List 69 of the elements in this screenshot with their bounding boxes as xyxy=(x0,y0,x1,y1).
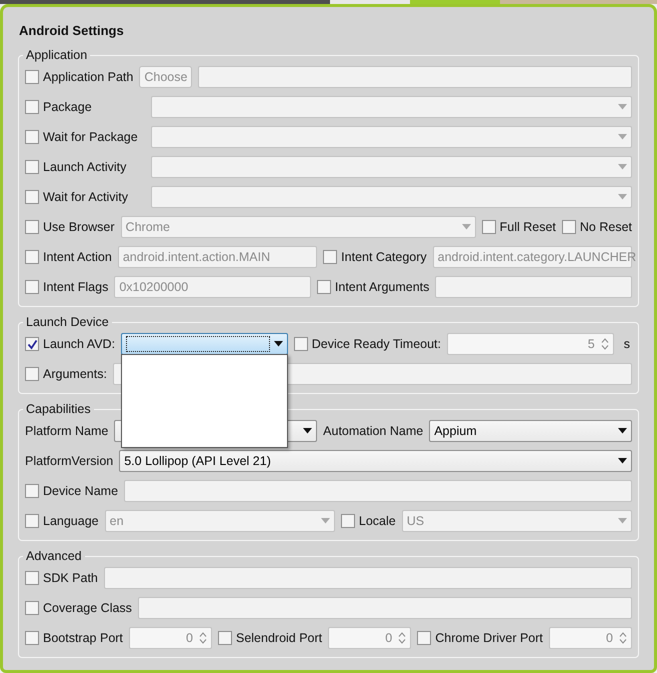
checkbox-label[interactable]: Chrome Driver Port xyxy=(435,631,543,645)
checkbox[interactable] xyxy=(25,190,39,204)
dropdown-list[interactable] xyxy=(121,354,288,448)
window-title: Android Settings xyxy=(19,23,125,38)
group-title: Advanced xyxy=(25,549,83,563)
caret-icon xyxy=(618,104,627,110)
checkbox-label[interactable]: Bootstrap Port xyxy=(43,631,123,645)
checkbox[interactable] xyxy=(25,280,39,294)
caret-icon xyxy=(618,428,628,434)
checkbox-label[interactable]: Application Path xyxy=(43,70,134,84)
checkbox-label[interactable]: Selendroid Port xyxy=(236,631,322,645)
checkbox-label[interactable]: Device Name xyxy=(43,484,118,498)
checkbox-label[interactable]: Intent Category xyxy=(341,250,427,264)
checkbox[interactable] xyxy=(25,631,39,645)
checkbox-label[interactable]: Arguments: xyxy=(43,367,107,381)
dropdown[interactable]: Appium xyxy=(429,420,632,442)
checkbox[interactable] xyxy=(323,250,338,264)
checkbox[interactable] xyxy=(25,130,39,144)
group-title: Launch Device xyxy=(25,315,110,329)
caret-icon xyxy=(618,194,627,200)
checkbox[interactable] xyxy=(25,571,39,585)
checkbox[interactable] xyxy=(25,367,39,381)
checkbox[interactable] xyxy=(340,514,355,528)
checkbox[interactable] xyxy=(25,70,39,84)
checkbox-label[interactable]: Wait for Activity xyxy=(43,190,128,204)
checkbox[interactable] xyxy=(562,220,576,234)
checkbox-label[interactable]: Package xyxy=(43,100,92,114)
caret-icon xyxy=(618,134,627,140)
caret-icon xyxy=(618,164,627,170)
checkbox-label[interactable]: Launch Activity xyxy=(43,160,126,174)
checkbox-label[interactable]: Full Reset xyxy=(500,220,556,234)
caret-icon xyxy=(462,224,471,230)
checkbox[interactable] xyxy=(25,250,39,264)
checkbox-label[interactable]: No Reset xyxy=(580,220,632,234)
checkbox[interactable] xyxy=(294,337,308,351)
checkbox[interactable] xyxy=(482,220,496,234)
checkbox[interactable] xyxy=(25,337,39,351)
checkbox-label[interactable]: Language xyxy=(43,514,99,528)
checkbox-label[interactable]: Launch AVD: xyxy=(43,337,116,351)
checkbox-label[interactable]: Intent Flags xyxy=(43,280,108,294)
checkbox[interactable] xyxy=(25,160,39,174)
group-title: Capabilities xyxy=(25,402,92,416)
caret-icon xyxy=(618,518,627,524)
field-label: Platform Name xyxy=(25,424,108,438)
dropdown[interactable]: 5.0 Lollipop (API Level 21) xyxy=(119,450,632,472)
checkbox[interactable] xyxy=(316,280,331,294)
unit-label: s xyxy=(624,337,630,351)
checkbox[interactable] xyxy=(25,220,39,234)
checkbox-label[interactable]: Intent Arguments xyxy=(334,280,430,294)
caret-icon xyxy=(320,518,330,524)
checkbox[interactable] xyxy=(25,601,39,615)
caret-icon xyxy=(303,428,312,434)
checkbox-label[interactable]: Coverage Class xyxy=(43,601,132,615)
checkbox[interactable] xyxy=(417,631,432,645)
checkbox-label[interactable]: Device Ready Timeout: xyxy=(312,337,442,351)
checkbox[interactable] xyxy=(25,514,39,528)
checkbox-label[interactable]: Use Browser xyxy=(43,220,115,234)
checkbox-label[interactable]: Locale xyxy=(358,514,396,528)
field-label: PlatformVersion xyxy=(25,454,114,468)
checkbox-label[interactable]: SDK Path xyxy=(43,571,98,585)
checkbox[interactable] xyxy=(25,484,39,498)
caret-icon xyxy=(618,458,627,464)
checkbox-label[interactable]: Wait for Package xyxy=(43,130,138,144)
checkbox[interactable] xyxy=(25,100,39,114)
field-label: Automation Name xyxy=(323,424,424,438)
checkbox[interactable] xyxy=(218,631,232,645)
checkbox-label[interactable]: Intent Action xyxy=(43,250,112,264)
group-title: Application xyxy=(25,48,88,62)
caret-icon xyxy=(274,341,283,347)
